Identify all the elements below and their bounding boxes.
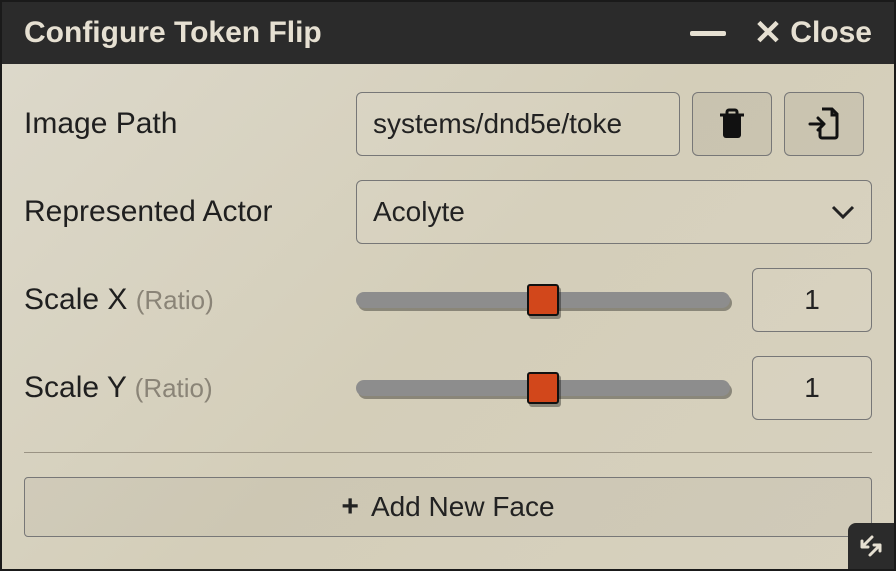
label-scale-y: Scale Y (Ratio) (24, 371, 344, 405)
actor-select[interactable]: Acolyte (356, 180, 872, 244)
resize-handle[interactable] (848, 523, 894, 569)
row-scale-x: Scale X (Ratio) 1 (24, 268, 872, 332)
close-icon: ✕ (754, 13, 783, 53)
separator (24, 452, 872, 453)
label-scale-x: Scale X (Ratio) (24, 283, 344, 317)
scale-y-slider[interactable] (356, 380, 730, 396)
label-image-path: Image Path (24, 107, 344, 141)
close-label: Close (790, 16, 872, 50)
label-actor: Represented Actor (24, 195, 344, 229)
add-new-face-button[interactable]: + Add New Face (24, 477, 872, 537)
image-path-value: systems/dnd5e/toke (373, 108, 622, 140)
row-image-path: Image Path systems/dnd5e/toke (24, 92, 872, 156)
trash-icon (717, 107, 747, 141)
row-actor: Represented Actor Acolyte (24, 180, 872, 244)
minimize-button[interactable] (690, 31, 726, 36)
add-new-face-label: Add New Face (371, 491, 555, 523)
scale-y-thumb[interactable] (527, 372, 559, 404)
minimize-icon (690, 31, 726, 36)
form-content: Image Path systems/dnd5e/toke Represe (2, 64, 894, 569)
actor-selected: Acolyte (373, 196, 465, 228)
plus-icon: + (341, 490, 359, 524)
image-path-input[interactable]: systems/dnd5e/toke (356, 92, 680, 156)
import-image-button[interactable] (784, 92, 864, 156)
chevron-down-icon (831, 205, 855, 219)
window-titlebar: Configure Token Flip ✕ Close (2, 2, 894, 64)
resize-icon (858, 533, 884, 559)
delete-image-button[interactable] (692, 92, 772, 156)
import-file-icon (808, 107, 840, 141)
window-title: Configure Token Flip (24, 16, 322, 50)
close-button[interactable]: ✕ Close (754, 13, 872, 53)
scale-x-thumb[interactable] (527, 284, 559, 316)
row-scale-y: Scale Y (Ratio) 1 (24, 356, 872, 420)
config-window: Configure Token Flip ✕ Close Image Path … (0, 0, 896, 571)
scale-x-slider[interactable] (356, 292, 730, 308)
scale-x-value-input[interactable]: 1 (752, 268, 872, 332)
scale-y-value-input[interactable]: 1 (752, 356, 872, 420)
